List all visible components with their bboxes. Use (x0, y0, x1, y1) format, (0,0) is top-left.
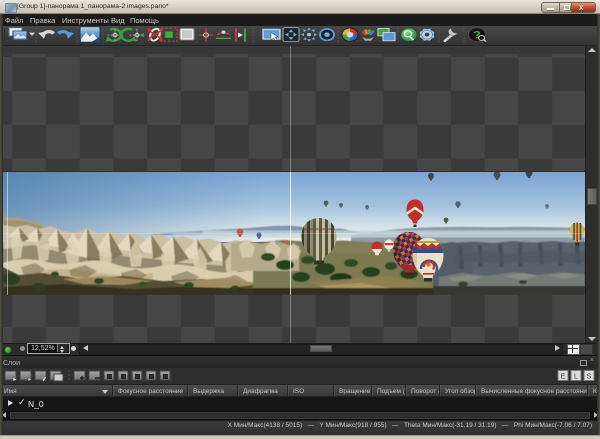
svg-text:S: S (587, 374, 592, 381)
svg-text:L: L (574, 374, 578, 381)
svg-text:E: E (561, 374, 566, 381)
svg-text:?: ? (473, 28, 481, 41)
